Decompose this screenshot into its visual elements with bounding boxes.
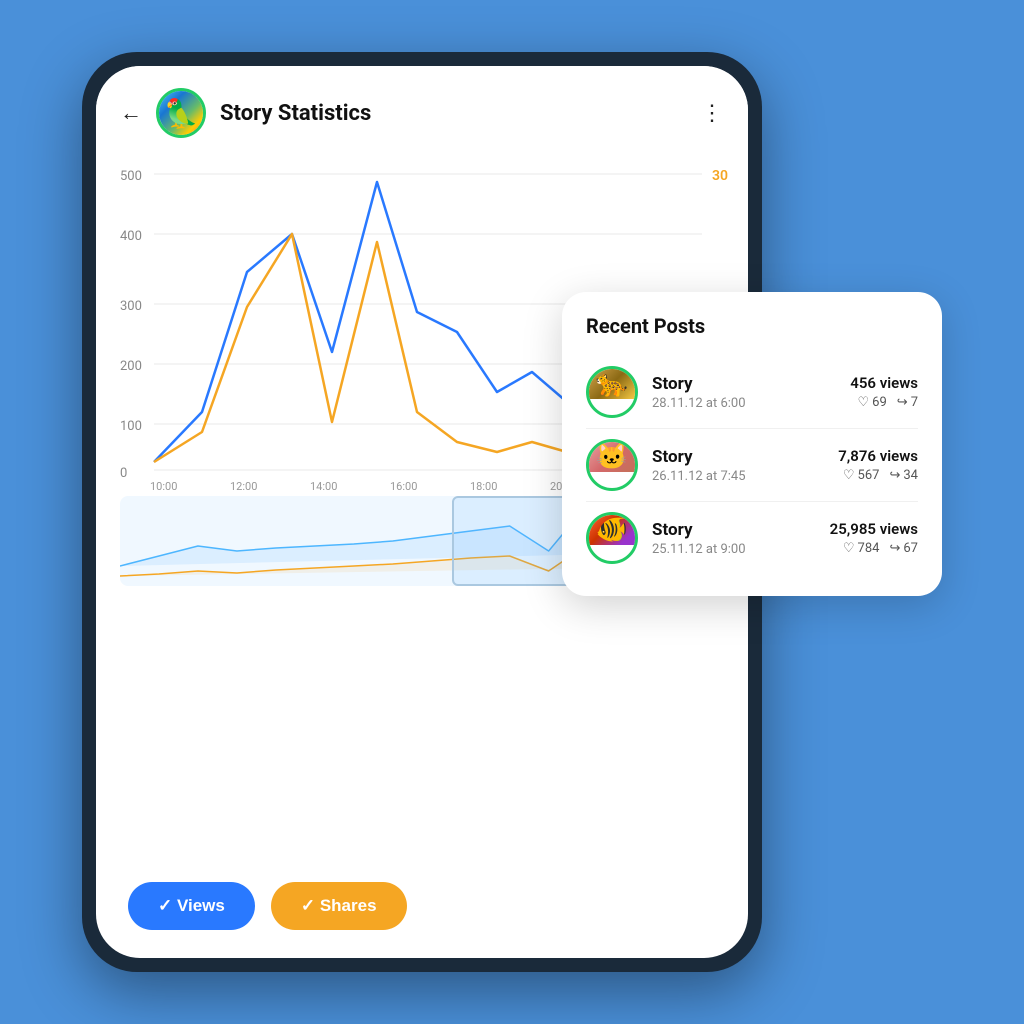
card-title: Recent Posts [586, 314, 918, 338]
post-engagement-2: ♡ 567 ↪ 34 [838, 468, 918, 483]
y-label-0: 0 [120, 466, 127, 481]
post-date-1: 28.11.12 at 6:00 [652, 396, 836, 411]
likes-2: ♡ 567 [843, 468, 880, 483]
post-stats-3: 25,985 views ♡ 784 ↪ 67 [830, 520, 918, 556]
likes-3: ♡ 784 [843, 541, 880, 556]
post-item-3: 🐠 Story 25.11.12 at 9:00 25,985 views ♡ … [586, 502, 918, 574]
back-button[interactable]: ← [120, 100, 142, 126]
y-label-500: 500 [120, 169, 142, 184]
post-title-2: Story [652, 447, 824, 467]
post-date-2: 26.11.12 at 7:45 [652, 469, 824, 484]
x-label-1400: 14:00 [310, 480, 337, 492]
x-label-1600: 16:00 [390, 480, 417, 492]
profile-avatar: 🦜 [156, 88, 206, 138]
post-image-cheetah: 🐆 [589, 369, 635, 399]
post-views-3: 25,985 views [830, 520, 918, 538]
post-date-3: 25.11.12 at 9:00 [652, 542, 816, 557]
post-avatar-1: 🐆 [586, 366, 638, 418]
shares-button[interactable]: ✓ Shares [271, 882, 407, 930]
post-item-1: 🐆 Story 28.11.12 at 6:00 456 views ♡ 69 … [586, 356, 918, 429]
y-right-top: 30 [712, 168, 728, 184]
header: ← 🦜 Story Statistics ⋮ [96, 66, 748, 152]
shares-1: ↪ 7 [897, 395, 918, 410]
y-label-100: 100 [120, 419, 142, 434]
post-image-cat: 🐱 [589, 442, 635, 472]
shares-2: ↪ 34 [889, 468, 918, 483]
menu-button[interactable]: ⋮ [701, 101, 724, 126]
x-label-1200: 12:00 [230, 480, 257, 492]
post-views-2: 7,876 views [838, 447, 918, 465]
x-label-1000: 10:00 [150, 480, 177, 492]
post-views-1: 456 views [850, 374, 918, 392]
post-title-3: Story [652, 520, 816, 540]
post-info-1: Story 28.11.12 at 6:00 [652, 374, 836, 411]
post-image-fish: 🐠 [589, 515, 635, 545]
y-label-200: 200 [120, 359, 142, 374]
post-engagement-1: ♡ 69 ↪ 7 [850, 395, 918, 410]
page-title: Story Statistics [220, 101, 687, 126]
post-stats-1: 456 views ♡ 69 ↪ 7 [850, 374, 918, 410]
post-avatar-3: 🐠 [586, 512, 638, 564]
post-stats-2: 7,876 views ♡ 567 ↪ 34 [838, 447, 918, 483]
scene: ← 🦜 Story Statistics ⋮ 500 400 300 200 1… [82, 52, 942, 972]
post-info-2: Story 26.11.12 at 7:45 [652, 447, 824, 484]
recent-posts-card: Recent Posts 🐆 Story 28.11.12 at 6:00 45… [562, 292, 942, 596]
shares-3: ↪ 67 [889, 541, 918, 556]
views-button[interactable]: ✓ Views [128, 882, 255, 930]
y-label-400: 400 [120, 229, 142, 244]
x-label-1800: 18:00 [470, 480, 497, 492]
avatar-image: 🦜 [159, 91, 203, 135]
filter-buttons: ✓ Views ✓ Shares [96, 864, 748, 958]
y-label-300: 300 [120, 299, 142, 314]
likes-1: ♡ 69 [858, 395, 887, 410]
post-engagement-3: ♡ 784 ↪ 67 [830, 541, 918, 556]
post-item-2: 🐱 Story 26.11.12 at 7:45 7,876 views ♡ 5… [586, 429, 918, 502]
post-title-1: Story [652, 374, 836, 394]
post-info-3: Story 25.11.12 at 9:00 [652, 520, 816, 557]
post-avatar-2: 🐱 [586, 439, 638, 491]
